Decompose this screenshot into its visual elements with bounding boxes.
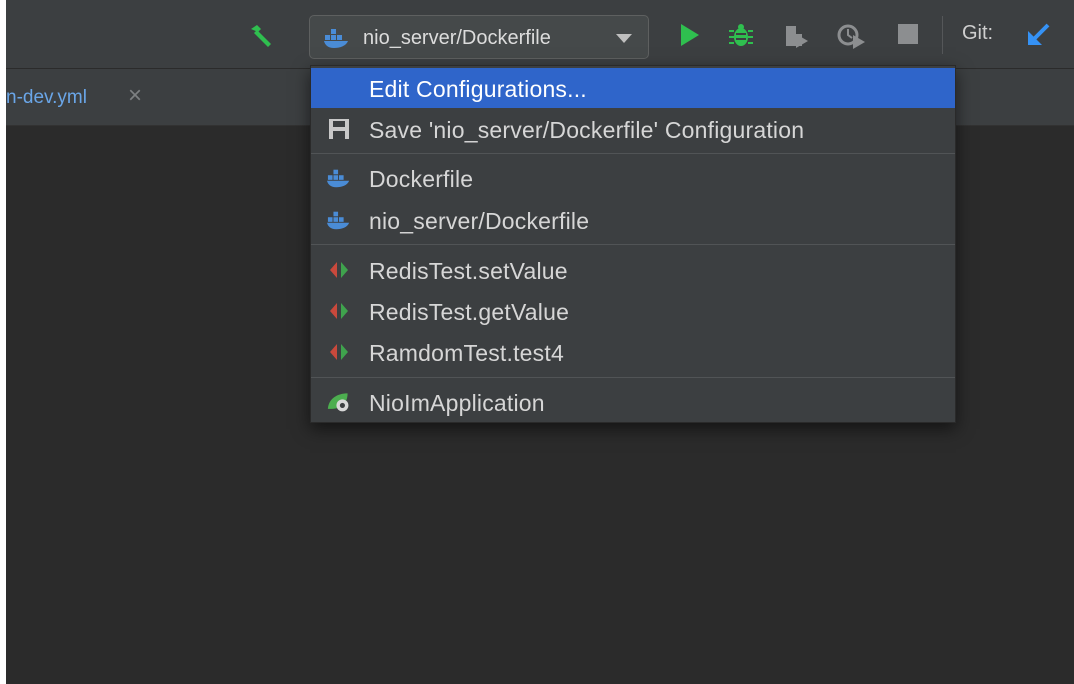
stop-icon[interactable] xyxy=(897,23,919,45)
spring-boot-icon xyxy=(327,393,349,412)
run-configuration-label: nio_server/Dockerfile xyxy=(363,27,551,49)
menu-item-label: nio_server/Dockerfile xyxy=(369,208,590,234)
vcs-update-icon[interactable] xyxy=(1026,23,1050,47)
chevron-down-icon xyxy=(616,34,632,43)
menu-separator xyxy=(311,377,955,378)
menu-item-label: NioImApplication xyxy=(369,390,545,416)
editor-tab-label[interactable]: n-dev.yml xyxy=(6,87,87,109)
toolbar-separator xyxy=(942,16,943,54)
coverage-icon[interactable] xyxy=(783,23,809,49)
junit-test-icon xyxy=(330,344,348,360)
menu-item-label: RedisTest.getValue xyxy=(369,299,570,325)
menu-item-nioimapplication[interactable]: NioImApplication xyxy=(311,382,955,422)
run-icon[interactable] xyxy=(679,23,701,47)
menu-item-redistest-setvalue[interactable]: RedisTest.setValue xyxy=(311,250,955,290)
debug-icon[interactable] xyxy=(728,23,754,49)
menu-separator xyxy=(311,153,955,154)
run-configuration-menu: Edit Configurations... Save 'nio_server/… xyxy=(310,65,956,423)
git-label: Git: xyxy=(962,22,994,44)
menu-item-edit-configurations[interactable]: Edit Configurations... xyxy=(311,68,955,108)
menu-separator xyxy=(311,244,955,245)
junit-test-icon xyxy=(330,262,348,278)
menu-item-label: Dockerfile xyxy=(369,166,474,192)
hammer-icon[interactable] xyxy=(249,24,273,48)
profile-icon[interactable] xyxy=(836,23,866,49)
main-toolbar: nio_server/Dockerfile Git: xyxy=(6,0,1074,69)
docker-icon xyxy=(327,211,350,230)
save-icon xyxy=(329,119,349,139)
docker-icon xyxy=(324,29,348,48)
menu-item-save-configuration[interactable]: Save 'nio_server/Dockerfile' Configurati… xyxy=(311,109,955,149)
menu-item-dockerfile[interactable]: Dockerfile xyxy=(311,158,955,198)
menu-item-label: Edit Configurations... xyxy=(369,76,587,102)
menu-item-nio-server-dockerfile[interactable]: nio_server/Dockerfile xyxy=(311,200,955,240)
close-icon[interactable]: × xyxy=(128,82,142,110)
menu-item-redistest-getvalue[interactable]: RedisTest.getValue xyxy=(311,291,955,331)
run-configuration-selector[interactable]: nio_server/Dockerfile xyxy=(309,15,649,59)
junit-test-icon xyxy=(330,303,348,319)
menu-item-ramdomtest-test4[interactable]: RamdomTest.test4 xyxy=(311,332,955,372)
menu-item-label: RamdomTest.test4 xyxy=(369,340,564,366)
menu-item-label: Save 'nio_server/Dockerfile' Configurati… xyxy=(369,117,805,143)
docker-icon xyxy=(327,169,350,188)
menu-item-label: RedisTest.setValue xyxy=(369,258,568,284)
